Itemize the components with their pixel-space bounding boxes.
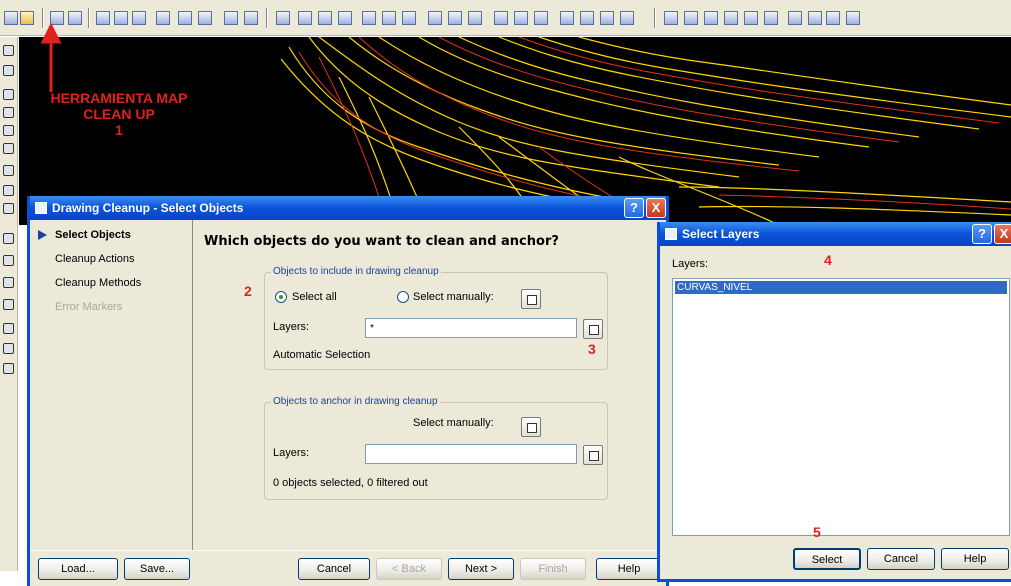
anchor-layers-label: Layers:: [273, 447, 310, 459]
close-icon[interactable]: X: [646, 198, 666, 218]
back-button[interactable]: < Back: [376, 558, 442, 580]
page-heading: Which objects do you want to clean and a…: [204, 234, 559, 249]
close-icon[interactable]: X: [994, 224, 1011, 244]
automatic-selection-label: Automatic Selection: [273, 349, 371, 361]
annotation-step-2: 2: [244, 283, 252, 299]
step-select-objects[interactable]: Select Objects: [55, 229, 131, 241]
current-step-arrow-icon: [38, 230, 47, 240]
pick-objects-button[interactable]: [521, 289, 541, 309]
step-cleanup-actions[interactable]: Cleanup Actions: [55, 253, 135, 265]
layers-list[interactable]: CURVAS_NIVEL: [672, 278, 1010, 536]
layers-label: Layers:: [672, 258, 709, 270]
app-icon: [35, 202, 47, 214]
button-bar: Load... Save... Cancel < Back Next > Fin…: [30, 550, 666, 586]
step-cleanup-methods[interactable]: Cleanup Methods: [55, 277, 141, 289]
dialog-title: Drawing Cleanup - Select Objects: [52, 201, 244, 215]
cancel-button[interactable]: Cancel: [867, 548, 935, 570]
select-all-radio[interactable]: [275, 291, 287, 303]
save-button[interactable]: Save...: [124, 558, 190, 580]
anchor-select-manually-label: Select manually:: [413, 417, 494, 429]
next-button[interactable]: Next >: [448, 558, 514, 580]
select-all-label[interactable]: Select all: [292, 291, 337, 303]
list-item[interactable]: CURVAS_NIVEL: [675, 281, 1007, 294]
help-icon[interactable]: ?: [972, 224, 992, 244]
annotation-step-3: 3: [588, 341, 596, 357]
select-layers-button[interactable]: [583, 319, 603, 339]
load-button[interactable]: Load...: [38, 558, 118, 580]
app-icon: [665, 228, 677, 240]
anchor-pick-objects-button[interactable]: [521, 417, 541, 437]
annotation-tool-label: HERRAMIENTA MAP CLEAN UP 1: [34, 90, 204, 138]
wizard-content: Which objects do you want to clean and a…: [194, 220, 666, 550]
select-manually-radio[interactable]: [397, 291, 409, 303]
cancel-button[interactable]: Cancel: [298, 558, 370, 580]
help-button[interactable]: Help: [596, 558, 662, 580]
anchor-status-text: 0 objects selected, 0 filtered out: [273, 477, 428, 489]
include-layers-input[interactable]: [365, 318, 577, 338]
select-manually-label[interactable]: Select manually:: [413, 291, 494, 303]
anchor-select-layers-button[interactable]: [583, 445, 603, 465]
anchor-layers-input[interactable]: [365, 444, 577, 464]
include-group: Objects to include in drawing cleanup Se…: [264, 266, 608, 370]
help-icon[interactable]: ?: [624, 198, 644, 218]
annotation-step-1: 1: [115, 122, 123, 138]
annotation-step-5: 5: [813, 524, 821, 540]
drawing-cleanup-dialog: Drawing Cleanup - Select Objects ? X Sel…: [27, 196, 669, 586]
finish-button[interactable]: Finish: [520, 558, 586, 580]
include-group-title: Objects to include in drawing cleanup: [271, 266, 441, 277]
annotation-tool-label-line1: HERRAMIENTA MAP: [50, 90, 188, 106]
wizard-steps: Select Objects Cleanup Actions Cleanup M…: [30, 220, 193, 550]
step-error-markers: Error Markers: [55, 301, 123, 313]
layers-dialog-title: Select Layers: [682, 227, 760, 241]
help-button[interactable]: Help: [941, 548, 1009, 570]
anchor-group-title: Objects to anchor in drawing cleanup: [271, 396, 440, 407]
anchor-group: Objects to anchor in drawing cleanup Sel…: [264, 396, 608, 500]
select-layers-dialog: Select Layers ? X Layers: 4 CURVAS_NIVEL…: [657, 222, 1011, 582]
annotation-tool-label-line2: CLEAN UP: [83, 106, 155, 122]
select-button[interactable]: Select: [793, 548, 861, 570]
annotation-arrowhead-1: [40, 22, 62, 44]
layers-dialog-titlebar[interactable]: Select Layers ? X: [660, 222, 1011, 246]
dialog-titlebar[interactable]: Drawing Cleanup - Select Objects ? X: [30, 196, 666, 220]
include-layers-label: Layers:: [273, 321, 310, 333]
annotation-step-4: 4: [824, 252, 832, 268]
